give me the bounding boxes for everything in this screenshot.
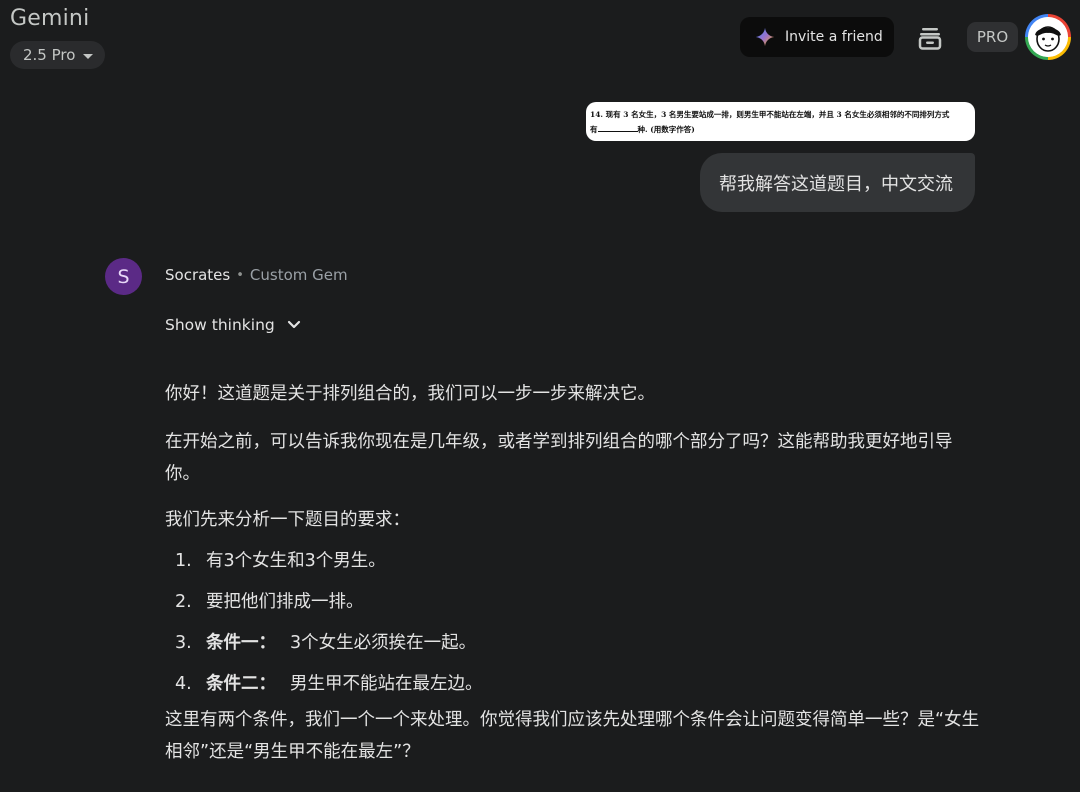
stack-icon[interactable]: [916, 24, 944, 52]
show-thinking-toggle[interactable]: Show thinking: [165, 316, 301, 334]
response-paragraph: 这里有两个条件，我们一个一个来处理。你觉得我们应该先处理哪个条件会让问题变得简单…: [165, 710, 980, 762]
pro-badge: PRO: [967, 22, 1018, 52]
invite-label: Invite a friend: [785, 29, 883, 45]
avatar-icon: [1028, 17, 1068, 57]
list-number: 4.: [175, 673, 192, 694]
list-item: 1. 有3个女生和3个男生。: [165, 540, 980, 581]
list-text: 3个女生必须挨在一起。: [290, 632, 477, 653]
list-item: 4. 条件二： 男生甲不能站在最左边。: [165, 663, 980, 704]
bot-header: Socrates • Custom Gem: [165, 266, 348, 284]
gemini-chat-page: Gemini 2.5 Pro Invite a friend PRO 14. 现…: [0, 0, 1080, 792]
question-line-2: 有 种. (用数字作答): [590, 124, 967, 140]
question-line-2-prefix: 有: [590, 125, 598, 134]
user-message-bubble: 帮我解答这道题目，中文交流: [700, 153, 975, 212]
bot-name: Socrates: [165, 266, 231, 284]
list-bold-label: 条件二：: [206, 673, 276, 694]
answer-blank: [597, 124, 638, 132]
bot-response: 你好！这道题是关于排列组合的，我们可以一步一步来解决它。 在开始之前，可以告诉我…: [165, 378, 980, 782]
model-label: 2.5 Pro: [23, 46, 76, 64]
response-paragraph: 我们先来分析一下题目的要求：: [165, 510, 410, 530]
app-title: Gemini: [10, 6, 90, 31]
account-avatar[interactable]: [1025, 14, 1071, 60]
bot-kind: Custom Gem: [249, 266, 348, 284]
question-line-2-suffix: 种. (用数字作答): [637, 125, 695, 134]
list-number: 2.: [175, 591, 192, 612]
list-text: 要把他们排成一排。: [206, 591, 364, 612]
user-message-text: 帮我解答这道题目，中文交流: [719, 173, 953, 195]
requirements-list: 1. 有3个女生和3个男生。 2. 要把他们排成一排。 3. 条件一： 3个女生…: [165, 540, 980, 704]
bot-separator: •: [236, 267, 244, 283]
chevron-down-icon: [287, 320, 300, 329]
show-thinking-label: Show thinking: [165, 316, 275, 334]
list-number: 3.: [175, 632, 192, 653]
list-item: 2. 要把他们排成一排。: [165, 581, 980, 622]
response-paragraph: 在开始之前，可以告诉我你现在是几年级，或者学到排列组合的哪个部分了吗？这能帮助我…: [165, 432, 953, 484]
list-item: 3. 条件一： 3个女生必须挨在一起。: [165, 622, 980, 663]
invite-friend-button[interactable]: Invite a friend: [740, 17, 894, 57]
response-paragraph: 你好！这道题是关于排列组合的，我们可以一步一步来解决它。: [165, 384, 655, 404]
gem-avatar: S: [105, 258, 142, 295]
caret-down-icon: [83, 53, 94, 59]
question-line-1: 14. 现有 3 名女生，3 名男生要站成一排，则男生甲不能站在左端，并且 3 …: [590, 110, 950, 119]
list-text: 有3个女生和3个男生。: [206, 550, 386, 571]
model-picker[interactable]: 2.5 Pro: [10, 41, 106, 69]
sparkle-icon: [755, 27, 775, 47]
list-text: 男生甲不能站在最左边。: [290, 673, 483, 694]
list-bold-label: 条件一：: [206, 632, 276, 653]
attached-question-image[interactable]: 14. 现有 3 名女生，3 名男生要站成一排，则男生甲不能站在左端，并且 3 …: [586, 102, 975, 141]
list-number: 1.: [175, 550, 192, 571]
